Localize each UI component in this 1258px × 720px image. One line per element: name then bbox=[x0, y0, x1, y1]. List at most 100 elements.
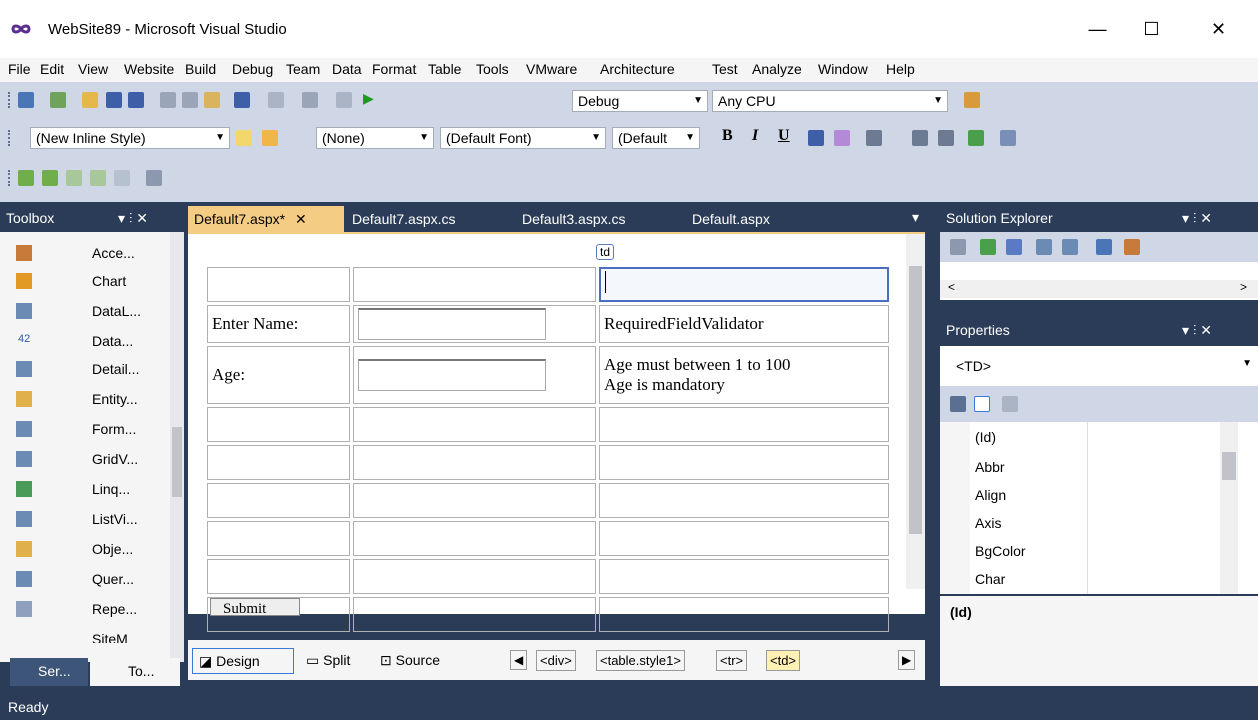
toolbox-item[interactable]: SiteM bbox=[92, 631, 128, 643]
property-bgcolor[interactable]: BgColor bbox=[975, 543, 1026, 559]
toolbox-item[interactable]: Chart bbox=[92, 273, 126, 289]
table-cell[interactable] bbox=[599, 559, 889, 594]
bullets-icon[interactable] bbox=[912, 130, 928, 146]
table-cell[interactable] bbox=[599, 407, 889, 442]
align-icon[interactable] bbox=[866, 130, 882, 146]
start-debugging-icon[interactable]: ▶ bbox=[363, 90, 374, 107]
property-id[interactable]: (Id) bbox=[975, 429, 996, 445]
menu-edit[interactable]: Edit bbox=[40, 61, 64, 77]
redo-icon[interactable] bbox=[268, 92, 284, 108]
tab-default-aspx[interactable]: Default.aspx bbox=[692, 211, 770, 227]
age-textbox[interactable] bbox=[358, 359, 546, 391]
navigate-forward-icon[interactable] bbox=[336, 92, 352, 108]
table-cell[interactable] bbox=[353, 267, 596, 302]
table-cell[interactable] bbox=[353, 483, 596, 518]
toolbox-item[interactable]: Repe... bbox=[92, 601, 137, 617]
menu-window[interactable]: Window bbox=[818, 61, 868, 77]
breadcrumb-table[interactable]: <table.style1> bbox=[596, 650, 685, 671]
breadcrumb-td[interactable]: <td> bbox=[766, 650, 801, 671]
table-cell[interactable] bbox=[353, 407, 596, 442]
design-surface[interactable]: td Enter Name: RequiredFieldValidator Age… bbox=[188, 232, 925, 632]
menu-table[interactable]: Table bbox=[428, 61, 461, 77]
table-cell[interactable] bbox=[353, 597, 596, 632]
target-rule-select[interactable]: (None) ▼ bbox=[316, 127, 434, 149]
tab-default7-aspx-cs[interactable]: Default7.aspx.cs bbox=[352, 211, 456, 227]
table-select-icon[interactable] bbox=[146, 170, 162, 186]
refresh-icon[interactable] bbox=[980, 239, 996, 255]
toolbox-item[interactable]: GridV... bbox=[92, 451, 138, 467]
solution-platform-select[interactable]: Any CPU ▼ bbox=[712, 90, 948, 112]
design-view-button[interactable]: ◪ Design bbox=[192, 648, 294, 674]
bold-button[interactable]: B bbox=[722, 127, 733, 145]
delete-table-icon[interactable] bbox=[114, 170, 130, 186]
alphabetical-icon[interactable] bbox=[974, 396, 990, 412]
properties-object-select[interactable]: <TD> ▼ bbox=[940, 346, 1258, 386]
view-code-icon[interactable] bbox=[1036, 239, 1052, 255]
paste-icon[interactable] bbox=[204, 92, 220, 108]
scroll-left-icon[interactable]: < bbox=[948, 280, 955, 294]
breadcrumb-div[interactable]: <div> bbox=[536, 650, 576, 671]
selected-table-cell[interactable] bbox=[599, 267, 889, 302]
properties-scrollbar[interactable] bbox=[1220, 422, 1238, 594]
menu-website[interactable]: Website bbox=[124, 61, 174, 77]
insert-column-right-icon[interactable] bbox=[90, 170, 106, 186]
font-size-select[interactable]: (Default ▼ bbox=[612, 127, 700, 149]
tab-default7-aspx[interactable]: Default7.aspx* ✕ bbox=[188, 206, 344, 232]
property-pages-icon[interactable] bbox=[1002, 396, 1018, 412]
toolbox-scroll-thumb[interactable] bbox=[172, 427, 182, 497]
name-textbox[interactable] bbox=[358, 308, 546, 340]
toolbox-item[interactable]: Data... bbox=[92, 333, 133, 349]
menu-format[interactable]: Format bbox=[372, 61, 416, 77]
highlight-icon[interactable] bbox=[834, 130, 850, 146]
hyperlink-icon[interactable] bbox=[968, 130, 984, 146]
save-icon[interactable] bbox=[106, 92, 122, 108]
vertical-scroll-thumb[interactable] bbox=[909, 266, 922, 534]
property-align[interactable]: Align bbox=[975, 487, 1006, 503]
menu-help[interactable]: Help bbox=[886, 61, 915, 77]
table-cell[interactable] bbox=[353, 521, 596, 556]
menu-architecture[interactable]: Architecture bbox=[600, 61, 675, 77]
toolbox-item[interactable]: Acce... bbox=[92, 245, 135, 261]
toolbar-options-icon[interactable] bbox=[1000, 130, 1016, 146]
style-application-icon[interactable] bbox=[236, 130, 252, 146]
property-abbr[interactable]: Abbr bbox=[975, 459, 1005, 475]
solution-tree[interactable]: < > bbox=[940, 262, 1258, 300]
menu-test[interactable]: Test bbox=[712, 61, 738, 77]
design-table[interactable]: Enter Name: RequiredFieldValidator Age: Ag… bbox=[204, 264, 892, 635]
breadcrumb-forward-icon[interactable]: ▶ bbox=[898, 650, 916, 670]
breadcrumb-back-icon[interactable]: ◀ bbox=[510, 650, 528, 670]
view-designer-icon[interactable] bbox=[1062, 239, 1078, 255]
properties-icon[interactable] bbox=[950, 239, 966, 255]
toolbox-item[interactable]: Entity... bbox=[92, 391, 138, 407]
insert-row-above-icon[interactable] bbox=[18, 170, 34, 186]
table-cell[interactable] bbox=[599, 483, 889, 518]
asp-config-icon[interactable] bbox=[1124, 239, 1140, 255]
table-cell[interactable] bbox=[207, 521, 350, 556]
table-cell[interactable] bbox=[207, 483, 350, 518]
split-view-button[interactable]: ▭ Split bbox=[306, 652, 350, 669]
breadcrumb-tr[interactable]: <tr> bbox=[716, 650, 748, 671]
insert-column-left-icon[interactable] bbox=[66, 170, 82, 186]
numbering-icon[interactable] bbox=[938, 130, 954, 146]
submit-button[interactable]: Submit bbox=[210, 598, 300, 616]
table-cell[interactable] bbox=[207, 267, 350, 302]
add-item-icon[interactable] bbox=[50, 92, 66, 108]
style-select[interactable]: (New Inline Style) ▼ bbox=[30, 127, 230, 149]
property-axis[interactable]: Axis bbox=[975, 515, 1001, 531]
table-cell[interactable] bbox=[207, 445, 350, 480]
toolbox-item[interactable]: Linq... bbox=[92, 481, 130, 497]
toolbox-item[interactable]: Quer... bbox=[92, 571, 134, 587]
menu-build[interactable]: Build bbox=[185, 61, 216, 77]
menu-tools[interactable]: Tools bbox=[476, 61, 509, 77]
toolbox-item[interactable]: Detail... bbox=[92, 361, 139, 377]
source-view-button[interactable]: ⊡ Source bbox=[380, 652, 440, 669]
menu-analyze[interactable]: Analyze bbox=[752, 61, 802, 77]
find-in-files-icon[interactable] bbox=[964, 92, 980, 108]
font-color-icon[interactable] bbox=[808, 130, 824, 146]
open-file-icon[interactable] bbox=[82, 92, 98, 108]
table-cell[interactable] bbox=[599, 597, 889, 632]
scroll-right-icon[interactable]: > bbox=[1240, 280, 1247, 294]
table-cell[interactable] bbox=[207, 559, 350, 594]
horizontal-scrollbar[interactable] bbox=[940, 280, 1258, 298]
tab-default3-aspx-cs[interactable]: Default3.aspx.cs bbox=[522, 211, 626, 227]
